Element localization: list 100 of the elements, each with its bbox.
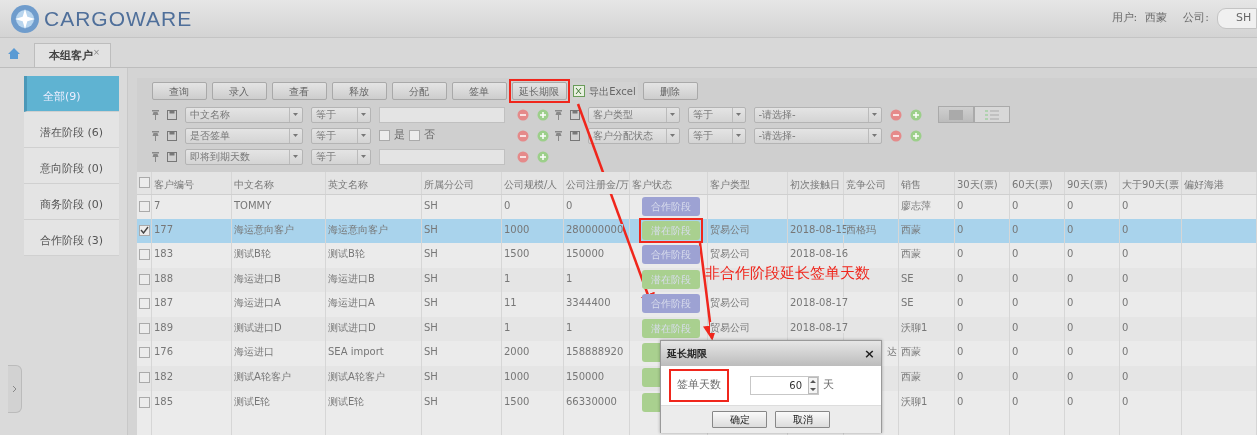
table-cell: 西蒙 — [901, 248, 921, 259]
chevron-icon — [12, 385, 17, 393]
table-cell: 150000 — [566, 371, 605, 382]
table-cell: 1500 — [504, 396, 530, 407]
operator-dropdown[interactable]: 等于 — [310, 148, 371, 165]
row-checkbox[interactable] — [138, 224, 150, 236]
unit-label: 天 — [823, 377, 834, 394]
row-checkbox[interactable] — [138, 347, 150, 358]
checkbox[interactable] — [378, 130, 390, 141]
table-cell: 0 — [1012, 321, 1019, 333]
table-cell: 贸易公司 — [710, 297, 750, 308]
collapse-handle[interactable] — [8, 365, 22, 413]
close-button[interactable]: × — [864, 343, 875, 364]
checkbox[interactable] — [408, 130, 420, 141]
column-header: 客户类型 — [707, 172, 788, 194]
table-cell: SH — [424, 371, 438, 382]
value-dropdown[interactable]: -请选择- — [753, 127, 882, 144]
input-field[interactable] — [378, 148, 505, 165]
operator-dropdown[interactable]: 等于 — [687, 106, 746, 123]
checkbox-label: 否 — [423, 127, 435, 144]
toolbar-button[interactable]: 分配 — [391, 82, 447, 100]
table-cell: 0 — [957, 396, 964, 407]
sidebar-item[interactable]: 潜在阶段 (6) — [24, 112, 119, 148]
field-dropdown[interactable]: 是否签单 — [184, 127, 303, 144]
field-dropdown[interactable]: 中文名称 — [184, 106, 303, 123]
toolbar-button[interactable]: 查询 — [151, 82, 207, 100]
minus-icon — [516, 150, 529, 163]
table-cell: 测试B轮 — [328, 248, 365, 259]
dialog-button[interactable]: 取消 — [775, 411, 830, 428]
table-cell: SH — [424, 321, 438, 333]
table-cell: 0 — [1067, 396, 1074, 407]
table-cell: 0 — [957, 371, 964, 382]
highlight-box — [669, 369, 729, 402]
save-icon — [166, 130, 177, 141]
table-cell: 测试E轮 — [234, 396, 271, 407]
number-field[interactable]: 60 — [750, 376, 819, 395]
save-icon — [569, 109, 580, 120]
table-cell: 189 — [154, 321, 174, 333]
table-cell: 177 — [154, 223, 174, 235]
row-checkbox[interactable] — [138, 397, 150, 408]
view-toggle[interactable] — [937, 106, 974, 123]
toolbar-button[interactable]: 录入 — [211, 82, 267, 100]
select-all-checkbox[interactable] — [138, 177, 150, 188]
table-cell: 0 — [1012, 297, 1019, 308]
table-cell: 沃聊1 — [901, 396, 928, 407]
pin-icon — [554, 130, 562, 141]
table-cell: 海运意向客户 — [328, 223, 388, 235]
table-cell: 测试B轮 — [234, 248, 271, 259]
export-button[interactable]: 导出Excel — [571, 82, 638, 100]
row-checkbox[interactable] — [138, 249, 150, 260]
operator-dropdown[interactable]: 等于 — [310, 127, 371, 144]
user-name: 西蒙 — [1145, 10, 1168, 27]
toolbar-button[interactable]: 签单 — [451, 82, 507, 100]
tab[interactable]: 本组客户$^{×}$ — [34, 43, 111, 67]
field-dropdown[interactable]: 客户分配状态 — [587, 127, 680, 144]
operator-dropdown[interactable]: 等于 — [310, 106, 371, 123]
caret-icon — [872, 113, 877, 116]
table-cell: 测试进口D — [328, 321, 376, 333]
column-header: 销售 — [898, 172, 955, 194]
toolbar-button[interactable]: 延长期限 — [511, 82, 567, 100]
sidebar-item[interactable]: 合作阶段 (3) — [24, 220, 119, 256]
row-checkbox[interactable] — [138, 273, 150, 285]
table-cell: 0 — [1067, 346, 1074, 357]
value-dropdown[interactable]: -请选择- — [753, 106, 882, 123]
caret-icon — [872, 134, 877, 137]
column-header: 客户编号 — [151, 172, 232, 194]
table-cell: 0 — [957, 346, 964, 357]
company-field[interactable]: SH — [1217, 8, 1257, 29]
table-cell: 158888920 — [566, 346, 624, 357]
sidebar-item[interactable]: 意向阶段 (0) — [24, 148, 119, 184]
field-dropdown[interactable]: 客户类型 — [587, 106, 680, 123]
table-cell: 7 — [154, 199, 161, 211]
view-toggle[interactable] — [973, 106, 1010, 123]
company-label: 公司: — [1183, 10, 1209, 27]
toolbar-button[interactable]: 释放 — [331, 82, 387, 100]
input-field[interactable] — [378, 106, 505, 123]
table-cell: SH — [424, 396, 438, 407]
column-header: 中文名称 — [231, 172, 326, 194]
table-cell: SH — [424, 272, 438, 284]
toolbar-button[interactable]: 查看 — [271, 82, 327, 100]
sidebar-item[interactable]: 商务阶段 (0) — [24, 184, 119, 220]
operator-dropdown[interactable]: 等于 — [687, 127, 746, 144]
row-checkbox[interactable] — [138, 200, 150, 212]
spinner-icon — [808, 377, 818, 394]
row-checkbox[interactable] — [138, 322, 150, 334]
table-cell: 海运进口B — [328, 272, 375, 284]
row-checkbox[interactable] — [138, 372, 150, 383]
toolbar-button[interactable]: 删除 — [642, 82, 698, 100]
table-cell: 187 — [154, 297, 174, 308]
table-cell: 0 — [1012, 223, 1019, 235]
table-cell: 0 — [1067, 272, 1074, 284]
field-dropdown[interactable]: 即将到期天数 — [184, 148, 303, 165]
table-cell: 0 — [1122, 272, 1129, 284]
table-cell: 176 — [154, 346, 174, 357]
table-cell: 0 — [1067, 321, 1074, 333]
dialog-button[interactable]: 确定 — [712, 411, 767, 428]
pin-icon — [151, 109, 159, 120]
close-icon[interactable]: × — [93, 46, 100, 57]
row-checkbox[interactable] — [138, 298, 150, 309]
pin-icon — [151, 130, 159, 141]
